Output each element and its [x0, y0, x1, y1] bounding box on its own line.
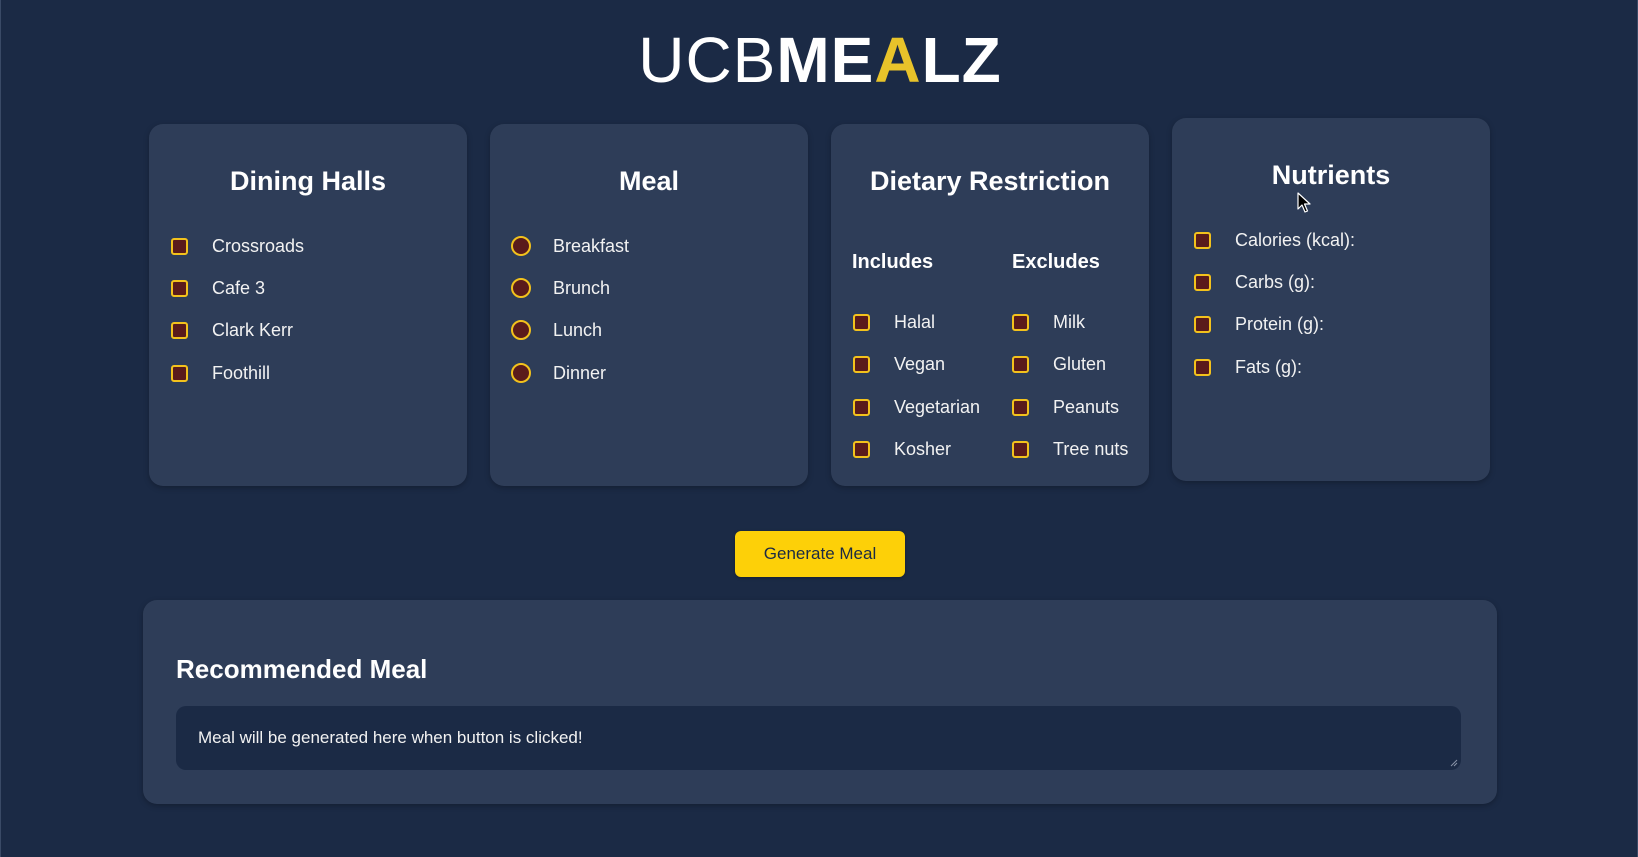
- option-label: Halal: [894, 311, 936, 332]
- option-label: Protein (g):: [1235, 313, 1325, 334]
- checkbox[interactable]: [171, 321, 188, 339]
- option-label: Tree nuts: [1053, 438, 1129, 459]
- meal-option-brunch[interactable]: Brunch: [511, 277, 610, 299]
- radio-button[interactable]: [511, 236, 531, 256]
- generate-meal-button[interactable]: Generate Meal: [735, 531, 905, 577]
- checkbox[interactable]: [171, 279, 188, 297]
- option-label: Vegetarian: [894, 396, 981, 417]
- dining-option-foothill[interactable]: Foothill: [171, 362, 270, 384]
- exclude-option-gluten[interactable]: Gluten: [1012, 353, 1106, 375]
- checkbox[interactable]: [1012, 440, 1029, 458]
- meal-option-dinner[interactable]: Dinner: [511, 362, 606, 384]
- exclude-option-milk[interactable]: Milk: [1012, 311, 1085, 333]
- checkbox[interactable]: [853, 355, 870, 373]
- app-logo: UCBMEALZ: [1, 28, 1638, 92]
- recommended-meal-textarea[interactable]: Meal will be generated here when button …: [176, 706, 1461, 770]
- dining-option-clark-kerr[interactable]: Clark Kerr: [171, 319, 293, 341]
- include-option-kosher[interactable]: Kosher: [853, 438, 951, 460]
- checkbox[interactable]: [1012, 313, 1029, 331]
- include-option-halal[interactable]: Halal: [853, 311, 935, 333]
- radio-button[interactable]: [511, 278, 531, 298]
- dining-halls-card: Dining Halls Crossroads Cafe 3 Clark Ker…: [149, 124, 467, 486]
- radio-button[interactable]: [511, 363, 531, 383]
- checkbox[interactable]: [171, 364, 188, 382]
- radio-button[interactable]: [511, 320, 531, 340]
- option-label: Peanuts: [1053, 396, 1120, 417]
- exclude-option-tree-nuts[interactable]: Tree nuts: [1012, 438, 1128, 460]
- meal-title: Meal: [618, 166, 680, 196]
- mouse-cursor-icon: [1297, 192, 1311, 213]
- option-label: Carbs (g):: [1235, 271, 1316, 292]
- option-label: Breakfast: [553, 235, 630, 256]
- logo-part-ucb: UCB: [638, 24, 777, 96]
- checkbox[interactable]: [853, 398, 870, 416]
- recommended-meal-placeholder: Meal will be generated here when button …: [198, 728, 583, 747]
- checkbox[interactable]: [1194, 273, 1211, 291]
- dining-option-crossroads[interactable]: Crossroads: [171, 235, 304, 257]
- dining-option-cafe3[interactable]: Cafe 3: [171, 277, 265, 299]
- nutrient-option-fats[interactable]: Fats (g):: [1194, 356, 1302, 378]
- app-page: UCBMEALZ Dining Halls Crossroads Cafe 3 …: [0, 0, 1638, 857]
- checkbox[interactable]: [1194, 358, 1211, 376]
- checkbox[interactable]: [1012, 355, 1029, 373]
- logo-part-lz: LZ: [921, 24, 1002, 96]
- meal-option-breakfast[interactable]: Breakfast: [511, 235, 629, 257]
- include-option-vegan[interactable]: Vegan: [853, 353, 945, 375]
- dietary-restriction-card: Dietary Restriction Includes Excludes Ha…: [831, 124, 1149, 486]
- dietary-restriction-title: Dietary Restriction: [869, 166, 1111, 196]
- logo-part-a: A: [874, 24, 922, 96]
- recommended-meal-title: Recommended Meal: [176, 654, 428, 684]
- nutrient-option-protein[interactable]: Protein (g):: [1194, 313, 1324, 335]
- option-label: Calories (kcal):: [1235, 229, 1356, 250]
- option-label: Cafe 3: [212, 277, 266, 298]
- option-label: Dinner: [553, 362, 607, 383]
- option-label: Gluten: [1053, 353, 1107, 374]
- option-label: Lunch: [553, 319, 603, 340]
- checkbox[interactable]: [1012, 398, 1029, 416]
- option-label: Foothill: [212, 362, 271, 383]
- nutrients-title: Nutrients: [1271, 160, 1391, 190]
- nutrient-option-calories[interactable]: Calories (kcal):: [1194, 229, 1355, 251]
- include-option-vegetarian[interactable]: Vegetarian: [853, 396, 980, 418]
- excludes-heading: Excludes: [1012, 251, 1100, 273]
- resize-grip-icon[interactable]: [1450, 759, 1458, 767]
- option-label: Brunch: [553, 277, 611, 298]
- option-label: Kosher: [894, 438, 952, 459]
- logo-part-me: ME: [776, 24, 875, 96]
- includes-heading: Includes: [852, 251, 934, 273]
- option-label: Milk: [1053, 311, 1085, 332]
- dining-halls-title: Dining Halls: [229, 166, 386, 196]
- meal-card: Meal Breakfast Brunch Lunch Dinner: [490, 124, 808, 486]
- checkbox[interactable]: [1194, 315, 1211, 333]
- checkbox[interactable]: [853, 313, 870, 331]
- checkbox[interactable]: [171, 237, 188, 255]
- nutrient-option-carbs[interactable]: Carbs (g):: [1194, 271, 1315, 293]
- recommended-meal-card: Recommended Meal Meal will be generated …: [143, 600, 1497, 804]
- nutrients-card: Nutrients Calories (kcal): Carbs (g): Pr…: [1172, 118, 1490, 481]
- option-label: Clark Kerr: [212, 319, 294, 340]
- option-label: Crossroads: [212, 235, 305, 256]
- exclude-option-peanuts[interactable]: Peanuts: [1012, 396, 1119, 418]
- checkbox[interactable]: [853, 440, 870, 458]
- option-label: Fats (g):: [1235, 356, 1303, 377]
- meal-option-lunch[interactable]: Lunch: [511, 319, 602, 341]
- option-label: Vegan: [894, 353, 946, 374]
- checkbox[interactable]: [1194, 231, 1211, 249]
